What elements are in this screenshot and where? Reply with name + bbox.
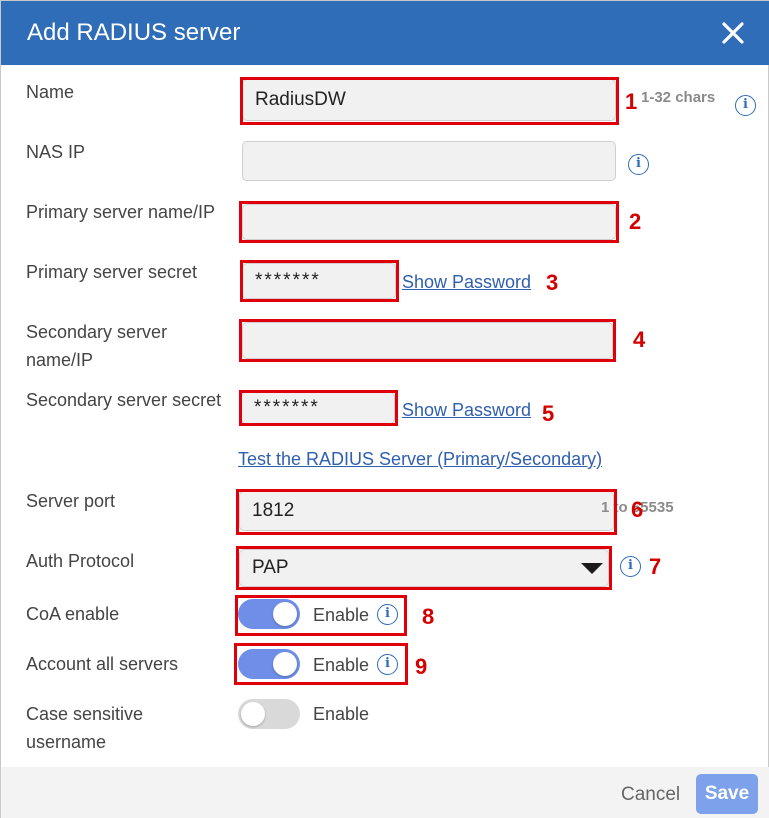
add-radius-server-dialog: Add RADIUS server Name 1-32 chars i NAS … xyxy=(0,0,769,818)
coa-enable-label: CoA enable xyxy=(26,604,120,624)
annotation-number-5: 5 xyxy=(542,401,555,426)
nas-ip-input[interactable] xyxy=(242,141,616,181)
annotation-number-1: 1 xyxy=(625,89,638,114)
secondary-secret-label: Secondary server secret xyxy=(26,390,222,410)
nas-ip-label: NAS IP xyxy=(26,142,86,162)
secondary-show-password-link[interactable]: Show Password xyxy=(402,400,531,421)
annotation-number-9: 9 xyxy=(415,654,428,679)
auth-protocol-value: PAP xyxy=(252,557,289,578)
annotation-number-4: 4 xyxy=(633,327,646,352)
account-all-servers-toggle-label: Enable xyxy=(313,655,370,675)
primary-server-label: Primary server name/IP xyxy=(26,202,216,222)
auth-protocol-select[interactable]: PAP xyxy=(239,549,609,587)
save-button[interactable]: Save xyxy=(696,774,758,814)
account-all-servers-toggle[interactable] xyxy=(238,649,300,679)
toggle-knob xyxy=(273,602,297,626)
annotation-number-3: 3 xyxy=(546,270,559,295)
dialog-title: Add RADIUS server xyxy=(27,19,241,46)
primary-secret-label: Primary server secret xyxy=(26,262,198,282)
toggle-knob xyxy=(241,702,265,726)
chevron-down-icon[interactable] xyxy=(581,563,603,574)
primary-server-input[interactable] xyxy=(242,204,616,240)
case-sensitive-label: Case sensitive username xyxy=(26,700,143,756)
dialog-header: Add RADIUS server xyxy=(1,1,769,65)
name-input[interactable] xyxy=(242,79,616,121)
coa-enable-toggle-label: Enable xyxy=(313,605,370,625)
name-label: Name xyxy=(26,82,75,102)
secondary-server-label-line1: Secondary server xyxy=(26,322,168,342)
secondary-server-label: Secondary server name/IP xyxy=(26,318,167,374)
annotation-number-6: 6 xyxy=(631,497,644,522)
annotation-number-7: 7 xyxy=(649,554,662,579)
case-sensitive-toggle[interactable] xyxy=(238,699,300,729)
primary-secret-input[interactable] xyxy=(242,263,396,299)
info-icon[interactable]: i xyxy=(628,154,649,175)
primary-show-password-link[interactable]: Show Password xyxy=(402,272,531,293)
case-sensitive-label-line2: username xyxy=(26,732,107,752)
cancel-button[interactable]: Cancel xyxy=(621,784,680,806)
info-icon[interactable]: i xyxy=(620,556,641,577)
case-sensitive-toggle-label: Enable xyxy=(313,704,370,724)
server-port-label: Server port xyxy=(26,491,116,511)
info-icon[interactable]: i xyxy=(735,95,756,116)
secondary-server-label-line2: name/IP xyxy=(26,350,94,370)
toggle-knob xyxy=(273,652,297,676)
coa-enable-toggle[interactable] xyxy=(238,599,300,629)
name-hint: 1-32 chars xyxy=(641,89,716,106)
info-icon[interactable]: i xyxy=(377,654,398,675)
auth-protocol-label: Auth Protocol xyxy=(26,551,135,571)
server-port-input[interactable] xyxy=(239,491,614,531)
annotation-number-2: 2 xyxy=(629,209,642,234)
info-icon[interactable]: i xyxy=(377,604,398,625)
test-radius-server-link[interactable]: Test the RADIUS Server (Primary/Secondar… xyxy=(238,449,602,470)
secondary-server-input[interactable] xyxy=(242,322,613,359)
account-all-servers-label: Account all servers xyxy=(26,654,179,674)
secondary-secret-input[interactable] xyxy=(241,392,395,424)
case-sensitive-label-line1: Case sensitive xyxy=(26,704,144,724)
annotation-number-8: 8 xyxy=(422,604,435,629)
close-icon[interactable] xyxy=(719,19,747,47)
